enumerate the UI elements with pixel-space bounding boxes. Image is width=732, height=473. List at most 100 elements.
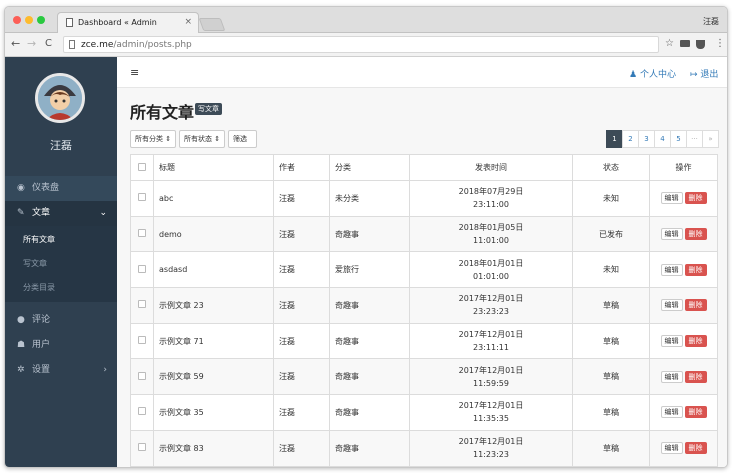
next-page-link[interactable]: » bbox=[702, 130, 719, 148]
sidebar-item-categories[interactable]: 分类目录 bbox=[5, 276, 117, 300]
sidebar-item-comments[interactable]: ● 评论 bbox=[5, 308, 117, 333]
cell-author: 汪磊 bbox=[273, 429, 330, 467]
cell-status: 未知 bbox=[572, 180, 650, 217]
page-link-2[interactable]: 2 bbox=[622, 130, 639, 148]
delete-button[interactable]: 删除 bbox=[684, 192, 707, 205]
address-bar[interactable]: zce.me/admin/posts.php bbox=[63, 36, 659, 53]
edit-button[interactable]: 编辑 bbox=[660, 263, 683, 276]
cell-time: 23:23:23 bbox=[473, 307, 509, 317]
row-checkbox[interactable] bbox=[138, 336, 146, 345]
url-text[interactable]: zce.me/admin/posts.php bbox=[81, 40, 192, 50]
gear-icon: ✲ bbox=[17, 365, 25, 375]
edit-button[interactable]: 编辑 bbox=[660, 442, 683, 455]
browser-tab[interactable]: Dashboard « Admin × bbox=[57, 12, 199, 33]
star-icon[interactable]: ☆ bbox=[665, 38, 674, 49]
table-header-row: 标题 作者 分类 发表时间 状态 操作 bbox=[130, 154, 718, 181]
new-tab-button[interactable] bbox=[198, 18, 226, 31]
row-checkbox[interactable] bbox=[138, 193, 146, 202]
cell-category: 奇趣事 bbox=[329, 215, 410, 253]
cell-title: asdasd bbox=[153, 251, 274, 289]
delete-button[interactable]: 删除 bbox=[684, 263, 707, 276]
dashboard-icon: ◉ bbox=[17, 183, 25, 193]
row-checkbox[interactable] bbox=[138, 264, 146, 273]
delete-button[interactable]: 删除 bbox=[684, 228, 707, 241]
edit-button[interactable]: 编辑 bbox=[660, 335, 683, 348]
status-select[interactable]: 所有状态 ⇕ bbox=[179, 130, 225, 148]
row-checkbox[interactable] bbox=[138, 300, 146, 309]
sidebar-item-dashboard[interactable]: ◉ 仪表盘 bbox=[5, 176, 117, 201]
posts-table: 标题 作者 分类 发表时间 状态 操作 abc 汪磊 未分类 2018年07月2… bbox=[130, 154, 718, 467]
page-content: 汪磊 ◉ 仪表盘 ✎ 文章 ⌄ 所有文章 写文章 分类目录 ● 评论 ☗ 用户 … bbox=[5, 57, 727, 467]
minimize-window-button[interactable] bbox=[25, 16, 33, 24]
sidebar-username: 汪磊 bbox=[50, 139, 72, 152]
back-arrow-icon[interactable]: ← bbox=[11, 37, 20, 50]
delete-button[interactable]: 删除 bbox=[684, 406, 707, 419]
shield-icon[interactable] bbox=[696, 40, 705, 49]
table-row: 示例文章 23 汪磊 奇趣事 2017年12月01日 23:23:23 草稿 编… bbox=[130, 287, 718, 324]
row-checkbox[interactable] bbox=[138, 407, 146, 416]
filter-button[interactable]: 筛选 bbox=[228, 130, 257, 148]
sidebar-item-label: 仪表盘 bbox=[32, 183, 60, 193]
edit-button[interactable]: 编辑 bbox=[660, 370, 683, 383]
cast-icon[interactable] bbox=[680, 40, 690, 47]
table-row: 示例文章 59 汪磊 奇趣事 2017年12月01日 11:59:59 草稿 编… bbox=[130, 358, 718, 396]
sidebar-item-posts[interactable]: ✎ 文章 ⌄ bbox=[5, 201, 117, 226]
cell-title: demo bbox=[153, 215, 274, 253]
page-link-1[interactable]: 1 bbox=[606, 130, 623, 148]
cell-title: 示例文章 71 bbox=[153, 322, 274, 360]
cell-date: 2017年12月01日 bbox=[458, 330, 524, 340]
forward-arrow-icon[interactable]: → bbox=[27, 37, 36, 50]
reload-icon[interactable]: C bbox=[45, 38, 52, 49]
page-link-5[interactable]: 5 bbox=[670, 130, 687, 148]
column-header-author: 作者 bbox=[273, 154, 330, 181]
table-row: 示例文章 71 汪磊 奇趣事 2017年12月01日 23:11:11 草稿 编… bbox=[130, 322, 718, 360]
cell-status: 草稿 bbox=[572, 287, 650, 324]
comments-icon: ● bbox=[17, 315, 25, 325]
cell-title: 示例文章 23 bbox=[153, 287, 274, 324]
delete-button[interactable]: 删除 bbox=[684, 442, 707, 455]
select-all-checkbox[interactable] bbox=[138, 162, 146, 171]
table-row: 示例文章 83 汪磊 奇趣事 2017年12月01日 11:23:23 草稿 编… bbox=[130, 429, 718, 467]
posts-submenu: 所有文章 写文章 分类目录 bbox=[5, 226, 117, 302]
column-header-time: 发表时间 bbox=[409, 154, 573, 181]
hamburger-menu-icon[interactable]: ≡ bbox=[130, 66, 139, 79]
close-window-button[interactable] bbox=[13, 16, 21, 24]
delete-button[interactable]: 删除 bbox=[684, 299, 707, 312]
delete-button[interactable]: 删除 bbox=[684, 335, 707, 348]
page-link-3[interactable]: 3 bbox=[638, 130, 655, 148]
table-row: abc 汪磊 未分类 2018年07月29日 23:11:00 未知 编辑 删除 bbox=[130, 180, 718, 217]
menu-dots-icon[interactable]: ⋮ bbox=[715, 38, 725, 49]
page-link-4[interactable]: 4 bbox=[654, 130, 671, 148]
edit-button[interactable]: 编辑 bbox=[660, 406, 683, 419]
logout-link[interactable]: ↦ 退出 bbox=[690, 67, 718, 80]
sidebar-item-label: 评论 bbox=[32, 315, 51, 325]
cell-category: 奇趣事 bbox=[329, 322, 410, 360]
profile-link[interactable]: ♟ 个人中心 bbox=[629, 67, 676, 80]
sidebar-item-label: 设置 bbox=[32, 365, 51, 375]
cell-status: 草稿 bbox=[572, 394, 650, 431]
edit-button[interactable]: 编辑 bbox=[660, 228, 683, 241]
sidebar-item-settings[interactable]: ✲ 设置 › bbox=[5, 358, 117, 383]
category-select[interactable]: 所有分类 ⇕ bbox=[130, 130, 176, 148]
tab-close-icon[interactable]: × bbox=[184, 17, 192, 27]
edit-button[interactable]: 编辑 bbox=[660, 299, 683, 312]
column-header-title: 标题 bbox=[153, 154, 274, 181]
tab-title: Dashboard « Admin bbox=[78, 18, 157, 27]
cell-time: 11:23:23 bbox=[473, 450, 509, 460]
page-icon bbox=[66, 18, 73, 27]
maximize-window-button[interactable] bbox=[37, 16, 45, 24]
write-post-badge[interactable]: 写文章 bbox=[195, 103, 222, 115]
sidebar-item-users[interactable]: ☗ 用户 bbox=[5, 333, 117, 358]
cell-time: 01:01:00 bbox=[473, 271, 509, 281]
page-ellipsis: ··· bbox=[686, 130, 703, 148]
cell-date: 2017年12月01日 bbox=[458, 401, 524, 411]
row-checkbox[interactable] bbox=[138, 443, 146, 452]
edit-button[interactable]: 编辑 bbox=[660, 192, 683, 205]
cell-title: 示例文章 59 bbox=[153, 358, 274, 396]
row-checkbox[interactable] bbox=[138, 371, 146, 380]
sidebar-item-write-post[interactable]: 写文章 bbox=[5, 252, 117, 276]
sidebar-item-all-posts[interactable]: 所有文章 bbox=[5, 228, 117, 252]
row-checkbox[interactable] bbox=[138, 229, 146, 238]
browser-profile-name[interactable]: 汪磊 bbox=[703, 16, 719, 27]
delete-button[interactable]: 删除 bbox=[684, 370, 707, 383]
